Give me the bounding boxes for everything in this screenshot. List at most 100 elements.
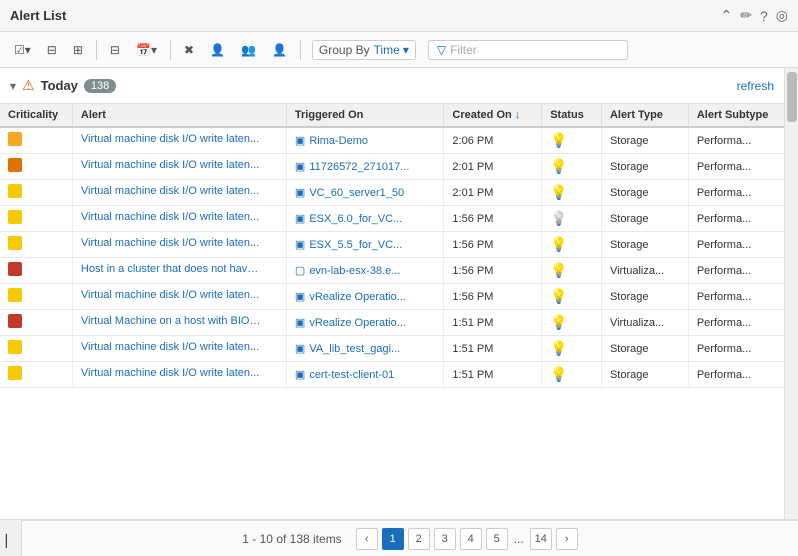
collapse-btn[interactable]: ⊟ [41,40,63,60]
group-by-dropdown-arrow: ▾ [403,43,409,57]
pencil-icon[interactable]: ✏ [740,7,752,24]
triggered-name[interactable]: ESX_6.0_for_VC... [309,213,402,225]
scrollbar-thumb[interactable] [787,72,797,122]
alert-link[interactable]: Host in a cluster that does not have... [81,263,261,275]
alert-link[interactable]: Virtual machine disk I/O write laten... [81,211,259,223]
col-alert-subtype[interactable]: Alert Subtype [688,104,784,127]
alert-link[interactable]: Virtual machine disk I/O write laten... [81,341,259,353]
page-title: Alert List [10,8,66,23]
vm-icon: ▣ [295,368,305,381]
group-count-badge: 138 [84,79,116,93]
alert-subtype-cell: Performa... [688,258,784,284]
content-area: ▾ ⚠ Today 138 refresh Criticality Alert … [0,68,798,519]
col-status[interactable]: Status [542,104,602,127]
triggered-cell: ▣ Rima-Demo [286,127,444,154]
triggered-name[interactable]: VA_lib_test_gagi... [309,343,400,355]
criticality-cell [0,127,72,154]
user2-icon: 👥 [241,43,256,57]
alert-cell[interactable]: Host in a cluster that does not have... [72,258,286,284]
col-criticality[interactable]: Criticality [0,104,72,127]
criticality-indicator [8,262,22,276]
prev-page-btn[interactable]: ‹ [356,528,378,550]
clear-btn[interactable]: ✖ [178,40,200,60]
page-5-btn[interactable]: 5 [486,528,508,550]
triggered-name[interactable]: 11726572_271017... [309,161,409,173]
group-by-select[interactable]: Time ▾ [374,43,409,57]
page-4-btn[interactable]: 4 [460,528,482,550]
alert-cell[interactable]: Virtual machine disk I/O write laten... [72,336,286,362]
alert-cell[interactable]: Virtual machine disk I/O write laten... [72,232,286,258]
status-icon: 💡 [550,158,567,174]
collapse-icon: ⊟ [47,43,57,57]
user2-btn[interactable]: 👥 [235,40,262,60]
triggered-name[interactable]: VC_60_server1_50 [309,187,404,199]
calendar-btn[interactable]: 📅 ▾ [130,40,163,60]
alert-type-cell: Virtualiza... [601,258,688,284]
col-alert[interactable]: Alert [72,104,286,127]
refresh-link[interactable]: refresh [737,79,774,93]
group-toggle-btn[interactable]: ▾ [10,79,16,93]
alert-link[interactable]: Virtual machine disk I/O write laten... [81,367,259,379]
separator-3 [300,40,301,60]
table-body: Virtual machine disk I/O write laten... ▣… [0,127,784,388]
col-triggered[interactable]: Triggered On [286,104,444,127]
triggered-name[interactable]: ESX_5.5_for_VC... [309,239,402,251]
col-alert-type[interactable]: Alert Type [601,104,688,127]
alert-cell[interactable]: Virtual machine disk I/O write laten... [72,284,286,310]
alert-cell[interactable]: Virtual machine disk I/O write laten... [72,362,286,388]
triggered-name[interactable]: vRealize Operatio... [309,317,406,329]
page-14-btn[interactable]: 14 [530,528,552,550]
triggered-name[interactable]: Rima-Demo [309,135,368,147]
table-row: Virtual machine disk I/O write laten...▣… [0,180,784,206]
col-created[interactable]: Created On ↓ [444,104,542,127]
created-on-cell: 2:06 PM [444,127,542,154]
page-2-btn[interactable]: 2 [408,528,430,550]
alert-type-cell: Virtualiza... [601,310,688,336]
group-by-section: Group By Time ▾ [312,40,416,60]
status-cell: 💡 [542,258,602,284]
expand-btn[interactable]: ⊞ [67,40,89,60]
alert-link[interactable]: Virtual machine disk I/O write laten... [81,159,259,171]
alert-link[interactable]: Virtual machine disk I/O write laten... [81,185,259,197]
scrollbar[interactable] [784,68,798,519]
user3-btn[interactable]: 👤 [266,40,293,60]
alert-link[interactable]: Virtual machine disk I/O write laten... [81,133,259,145]
next-page-btn[interactable]: › [556,528,578,550]
status-cell: 💡 [542,232,602,258]
alert-cell[interactable]: Virtual Machine on a host with BIOS... [72,310,286,336]
alert-cell[interactable]: Virtual machine disk I/O write laten... [72,206,286,232]
question-icon[interactable]: ? [760,8,768,24]
alert-cell[interactable]: Virtual machine disk I/O write laten... [72,127,286,154]
status-cell: 💡 [542,154,602,180]
triggered-name[interactable]: cert-test-client-01 [309,369,394,381]
select-dropdown-btn[interactable]: ☑ ▾ [8,40,37,60]
vm-icon: ▣ [295,160,305,173]
triggered-cell: ▣ 11726572_271017... [286,154,444,180]
sidebar-toggle-btn[interactable]: ▏ [0,520,22,556]
user1-btn[interactable]: 👤 [204,40,231,60]
group-title: Today [41,78,78,93]
group-header: ▾ ⚠ Today 138 refresh [0,68,784,104]
page-1-btn[interactable]: 1 [382,528,404,550]
filter-btn[interactable]: ⊟ [104,40,126,60]
alert-link[interactable]: Virtual machine disk I/O write laten... [81,289,259,301]
created-on-cell: 1:51 PM [444,336,542,362]
triggered-name[interactable]: evn-lab-esx-38.e... [309,265,400,277]
vm-icon: ▣ [295,212,305,225]
triggered-name[interactable]: vRealize Operatio... [309,291,406,303]
warning-icon: ⚠ [22,77,35,94]
collapse-icon[interactable]: ⌃ [721,7,733,24]
page-3-btn[interactable]: 3 [434,528,456,550]
eye-slash-icon[interactable]: ◎ [776,7,788,24]
alert-cell[interactable]: Virtual machine disk I/O write laten... [72,154,286,180]
alert-link[interactable]: Virtual machine disk I/O write laten... [81,237,259,249]
created-on-cell: 2:01 PM [444,154,542,180]
table-row: Virtual machine disk I/O write laten...▣… [0,232,784,258]
created-on-cell: 1:51 PM [444,310,542,336]
vm-icon: ▣ [295,134,305,147]
alert-link[interactable]: Virtual Machine on a host with BIOS... [81,315,261,327]
vm-icon: ▣ [295,290,305,303]
status-icon: 💡 [550,340,567,356]
alert-cell[interactable]: Virtual machine disk I/O write laten... [72,180,286,206]
filter-section[interactable]: ▽ Filter [428,40,628,60]
